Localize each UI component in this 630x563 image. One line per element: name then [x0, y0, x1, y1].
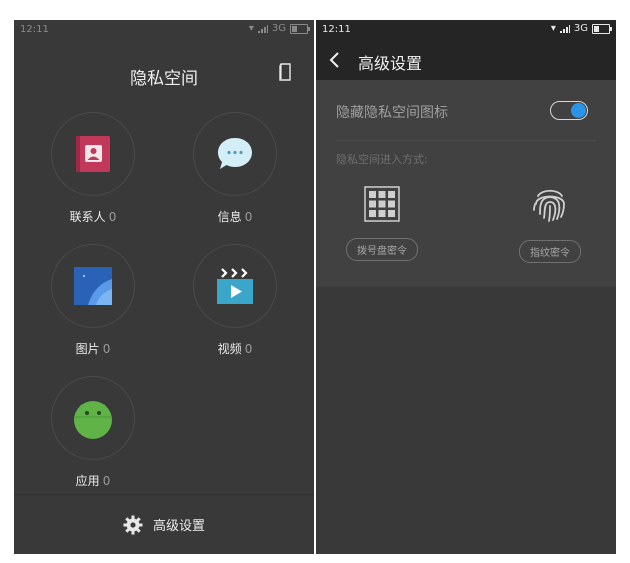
app-contacts[interactable]: 联系人 0 — [48, 112, 138, 225]
pictures-icon — [74, 267, 112, 305]
page-title: 高级设置 — [358, 54, 423, 73]
app-video[interactable]: 视频 0 — [190, 244, 280, 357]
wifi-icon: ▾ — [550, 23, 556, 34]
network-type: 3G — [271, 23, 286, 34]
dialpad-method-button[interactable]: 拨号盘密令 — [346, 238, 418, 261]
app-label-video: 视频 0 — [217, 342, 253, 356]
fingerprint-method[interactable]: 指纹密令 — [510, 184, 590, 263]
app-messages[interactable]: 信息 0 — [190, 112, 280, 225]
contacts-icon — [76, 136, 110, 172]
status-icons: ▾ 3G — [248, 23, 310, 34]
fingerprint-method-button[interactable]: 指纹密令 — [519, 240, 581, 263]
messages-circle — [193, 112, 277, 196]
app-label-messages: 信息 0 — [217, 210, 253, 224]
battery-icon — [290, 23, 310, 34]
privacy-space-screen: 12:11 ▾ 3G 隐私空间 联系人 0 信息 0 图片 0 视频 0 应用 … — [14, 20, 314, 554]
messages-icon — [218, 138, 252, 169]
back-icon[interactable] — [328, 50, 342, 74]
signal-icon — [257, 24, 268, 33]
settings-panel: 隐藏隐私空间图标 隐私空间进入方式: 拨号盘密令 指纹密令 — [316, 80, 616, 287]
signal-icon — [559, 24, 570, 33]
video-circle — [193, 244, 277, 328]
advanced-settings-label: 高级设置 — [152, 519, 205, 534]
status-time: 12:11 — [20, 24, 49, 35]
advanced-settings-button[interactable]: 高级设置 — [14, 495, 314, 554]
status-bar: 12:11 ▾ 3G — [14, 20, 314, 40]
app-label-applications: 应用 0 — [75, 474, 111, 488]
dialpad-icon — [364, 186, 400, 222]
page-title: 隐私空间 — [130, 69, 198, 89]
empty-area — [316, 287, 616, 554]
divider — [336, 140, 596, 141]
toggle-knob — [571, 103, 586, 118]
app-label-pictures: 图片 0 — [75, 342, 111, 356]
gear-icon — [123, 515, 143, 534]
app-label-contacts: 联系人 0 — [69, 210, 117, 224]
entry-method-label: 隐私空间进入方式: — [336, 153, 428, 166]
applications-circle — [51, 376, 135, 460]
contacts-circle — [51, 112, 135, 196]
video-icon — [217, 268, 253, 304]
hide-icon-toggle[interactable] — [550, 101, 588, 120]
battery-icon — [592, 23, 612, 34]
status-time: 12:11 — [322, 24, 351, 35]
fingerprint-icon — [533, 189, 565, 222]
book-icon[interactable] — [278, 63, 292, 85]
dialpad-method[interactable]: 拨号盘密令 — [342, 186, 422, 261]
app-applications[interactable]: 应用 0 — [48, 376, 138, 489]
advanced-settings-screen: 12:11 ▾ 3G 高级设置 隐藏隐私空间图标 隐私空间进入方式: 拨号盘密令… — [316, 20, 616, 554]
status-bar: 12:11 ▾ 3G — [316, 20, 616, 40]
app-pictures[interactable]: 图片 0 — [48, 244, 138, 357]
wifi-icon: ▾ — [248, 23, 254, 34]
status-icons: ▾ 3G — [550, 23, 612, 34]
hide-icon-label: 隐藏隐私空间图标 — [336, 105, 448, 121]
android-icon — [74, 401, 112, 439]
network-type: 3G — [573, 23, 588, 34]
header-bar: 高级设置 — [316, 40, 616, 80]
pictures-circle — [51, 244, 135, 328]
